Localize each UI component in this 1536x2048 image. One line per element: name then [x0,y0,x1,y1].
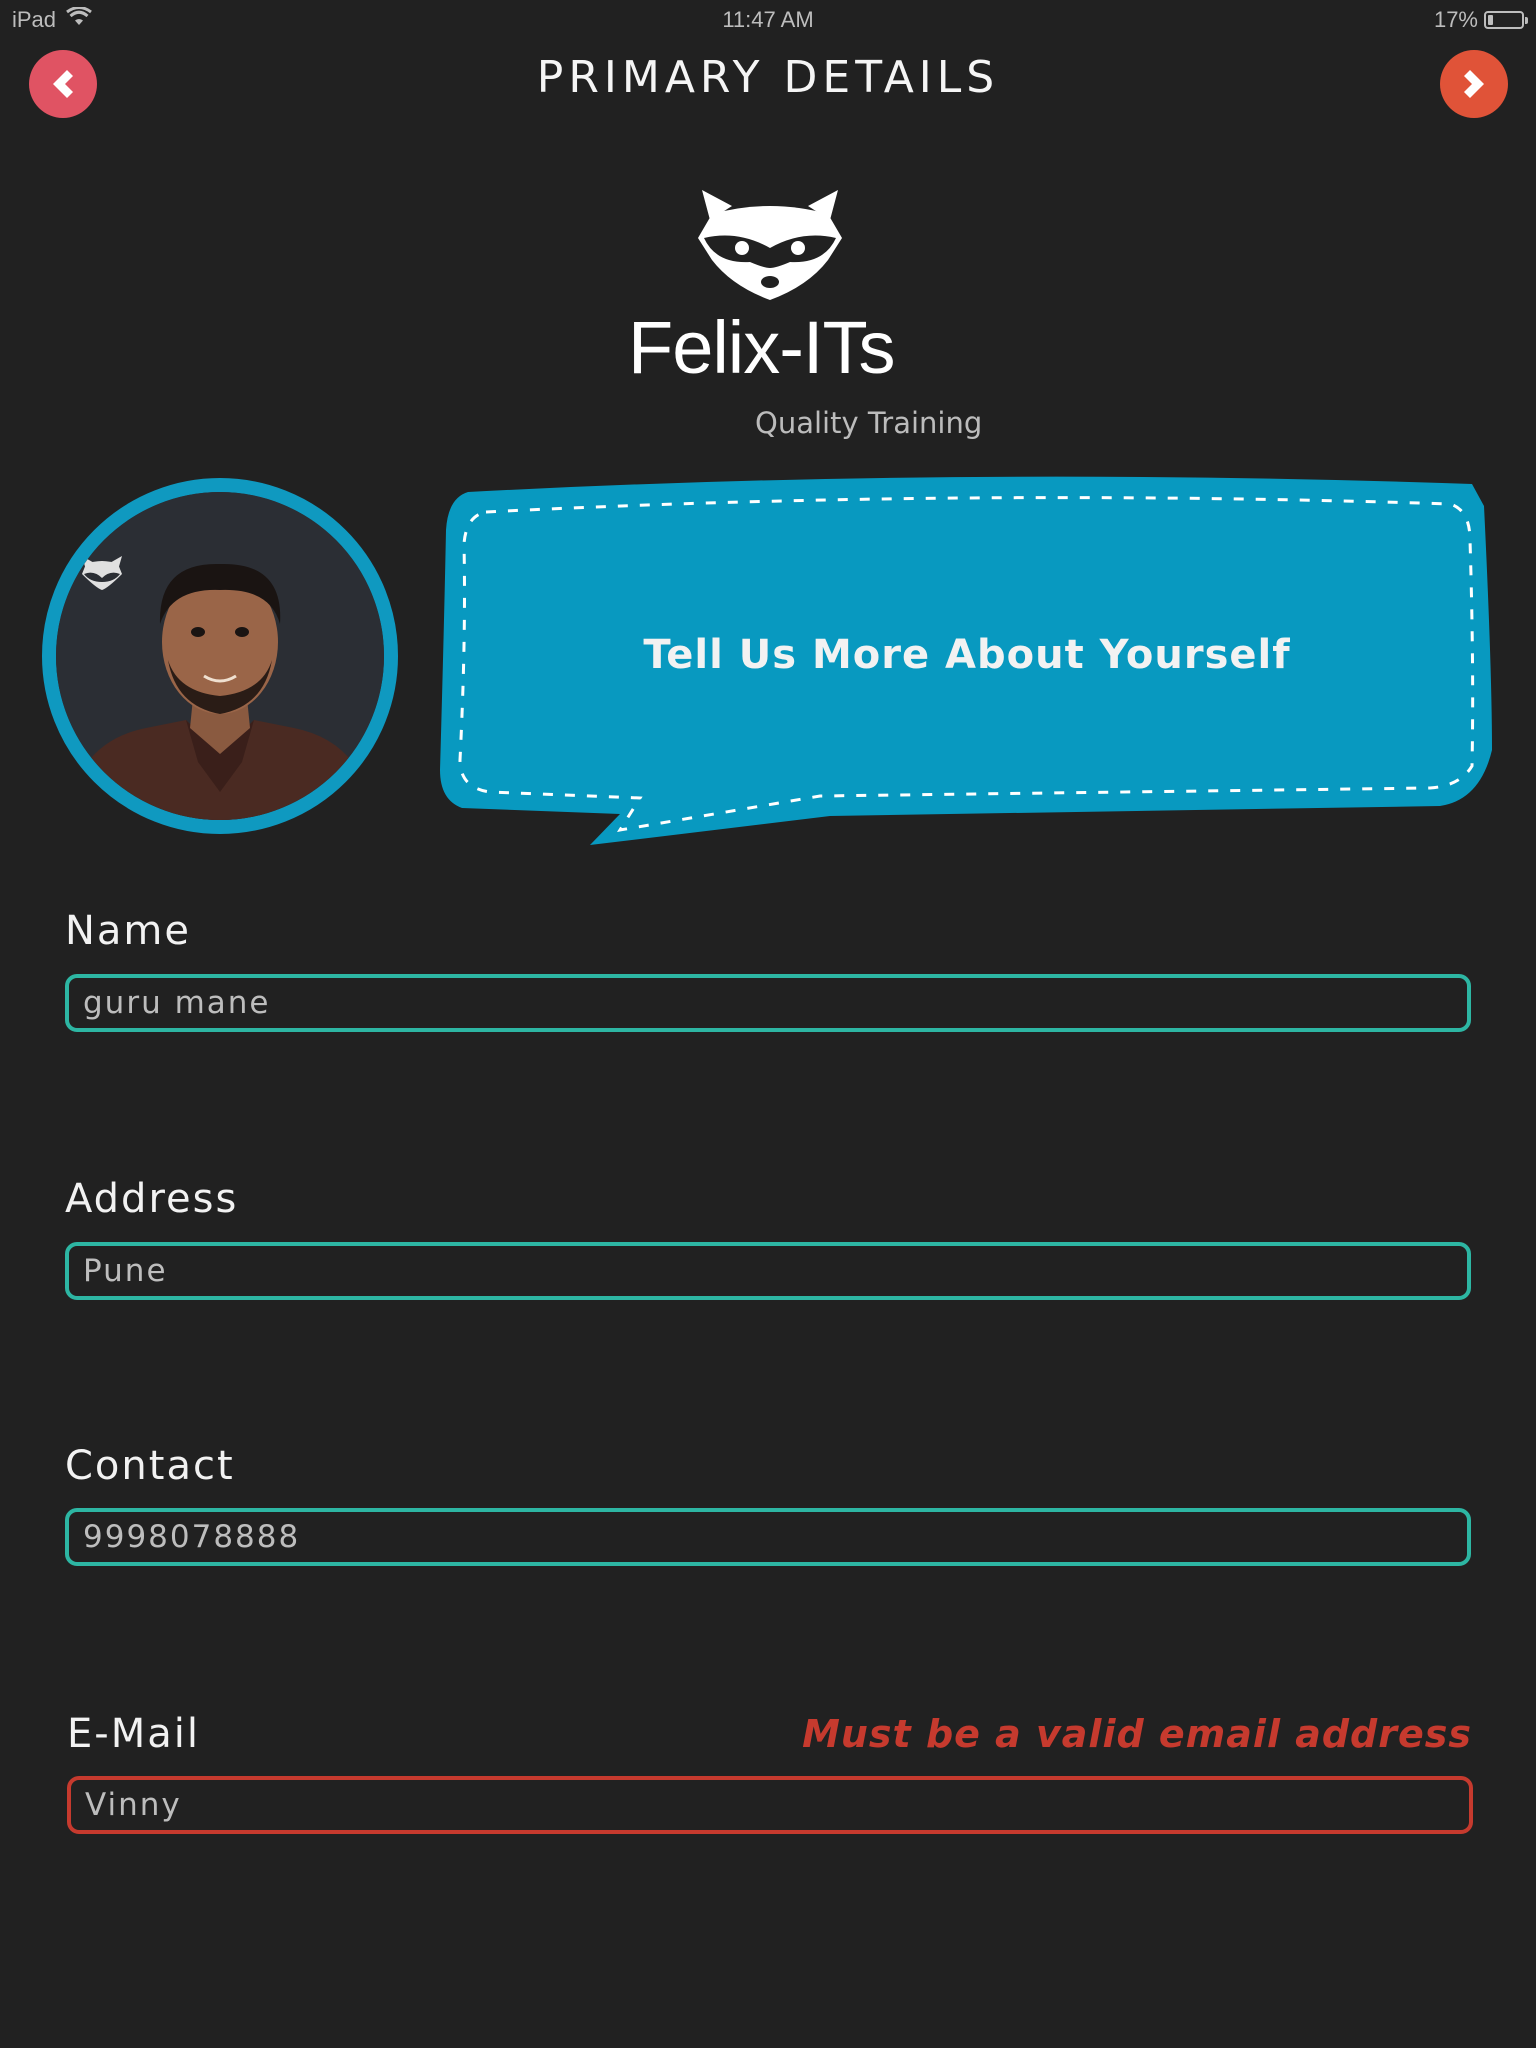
email-input[interactable] [67,1776,1473,1834]
battery-level [1488,15,1493,25]
chevron-right-icon [1464,70,1484,98]
speech-bubble-text: Tell Us More About Yourself [643,632,1291,678]
status-bar: iPad 11:47 AM 17% [0,0,1536,40]
page-title: PRIMARY DETAILS [536,52,1000,103]
address-input[interactable] [65,1242,1471,1300]
address-label: Address [65,1176,239,1222]
name-label: Name [65,908,192,954]
battery-icon [1484,11,1528,29]
contact-label: Contact [65,1443,235,1489]
email-label: E-Mail [67,1711,200,1757]
status-right: 17% [1433,7,1528,33]
status-time: 11:47 AM [722,7,814,32]
battery-percent: 17% [1433,7,1478,32]
name-input[interactable] [65,974,1471,1032]
next-button[interactable] [1440,50,1508,118]
logo-tagline: Quality Training [755,406,983,440]
contact-input[interactable] [65,1508,1471,1566]
avatar [42,478,398,834]
user-photo [56,492,384,820]
logo-name: Felix-ITs [628,306,895,389]
email-error-message: Must be a valid email address [802,1712,1472,1756]
